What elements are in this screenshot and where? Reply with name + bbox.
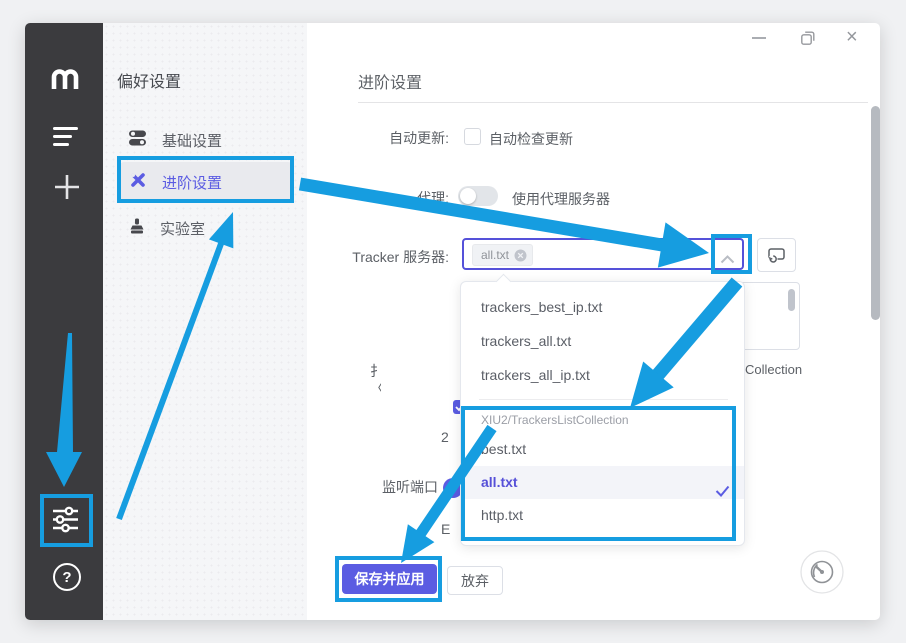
proxy-toggle[interactable] (458, 186, 498, 206)
tracker-tag[interactable]: all.txt (472, 244, 533, 266)
dropdown-item[interactable]: trackers_all_ip.txt (461, 358, 744, 392)
auto-update-label: 自动更新: (319, 128, 449, 148)
discard-button[interactable]: 放弃 (447, 566, 503, 595)
close-button[interactable]: × (846, 26, 858, 49)
textarea-scrollbar[interactable] (788, 289, 795, 311)
sidebar-item-advanced-settings[interactable]: 进阶设置 (120, 162, 292, 202)
main-scrollbar[interactable] (871, 106, 880, 320)
sidebar-item-lab[interactable]: 实验室 (120, 208, 292, 248)
help-text-fragment: 〈 (370, 378, 381, 394)
toggle-knob (460, 188, 476, 204)
speed-gauge-button[interactable] (800, 550, 844, 599)
text-fragment: E (441, 521, 450, 537)
collection-link-fragment: Collection (745, 362, 802, 377)
save-and-apply-button[interactable]: 保存并应用 (342, 564, 437, 594)
chevron-up-icon[interactable] (720, 251, 735, 269)
auto-update-checkbox-label: 自动检查更新 (489, 129, 573, 149)
tools-icon (128, 170, 148, 195)
toggles-icon (128, 129, 148, 152)
help-text-fragment: 扌 (370, 361, 381, 377)
help-icon[interactable]: ? (53, 563, 81, 591)
maximize-button[interactable] (800, 30, 816, 51)
sidebar-item-basic-settings[interactable]: 基础设置 (120, 120, 292, 160)
proxy-toggle-label: 使用代理服务器 (512, 189, 610, 209)
sidebar-item-label: 实验室 (160, 218, 205, 239)
dropdown-item[interactable]: trackers_all.txt (461, 324, 744, 358)
page-title: 进阶设置 (358, 69, 422, 93)
dropdown-item[interactable]: trackers_best_ip.txt (461, 290, 744, 324)
add-task-icon[interactable] (52, 172, 82, 207)
dropdown-item[interactable]: best.txt (461, 433, 744, 466)
app-window: ? 偏好设置 基础设置 (25, 23, 880, 620)
listen-port-label: 监听端口 (382, 477, 438, 497)
dropdown-item-selected[interactable]: all.txt (461, 466, 744, 499)
sidebar-item-label: 进阶设置 (162, 172, 222, 193)
tracker-tag-label: all.txt (481, 248, 509, 262)
tracker-select-input[interactable]: all.txt (462, 238, 744, 270)
sync-trackers-button[interactable] (757, 238, 796, 272)
tracker-dropdown: trackers_best_ip.txt trackers_all.txt tr… (460, 281, 745, 546)
preferences-title: 偏好设置 (117, 68, 181, 92)
sidebar-item-label: 基础设置 (162, 130, 222, 151)
dropdown-group-label: XIU2/TrackersListCollection (461, 407, 744, 433)
auto-update-checkbox[interactable] (464, 128, 481, 145)
minimize-button[interactable] (752, 37, 766, 39)
title-divider (358, 102, 868, 103)
proxy-label: 代理: (319, 188, 449, 208)
preferences-icon[interactable] (52, 506, 79, 538)
tag-close-icon[interactable] (514, 249, 527, 262)
text-fragment: 2 (441, 429, 449, 445)
tracker-label: Tracker 服务器: (319, 247, 449, 267)
dropdown-divider (479, 399, 728, 400)
sidebar: ? (25, 23, 103, 620)
lab-stamp-icon (128, 217, 146, 240)
page-background: ? 偏好设置 基础设置 (0, 0, 906, 643)
motrix-logo-icon (51, 67, 83, 94)
preferences-panel: 偏好设置 基础设置 (103, 23, 307, 620)
dropdown-item[interactable]: http.txt (461, 499, 744, 532)
